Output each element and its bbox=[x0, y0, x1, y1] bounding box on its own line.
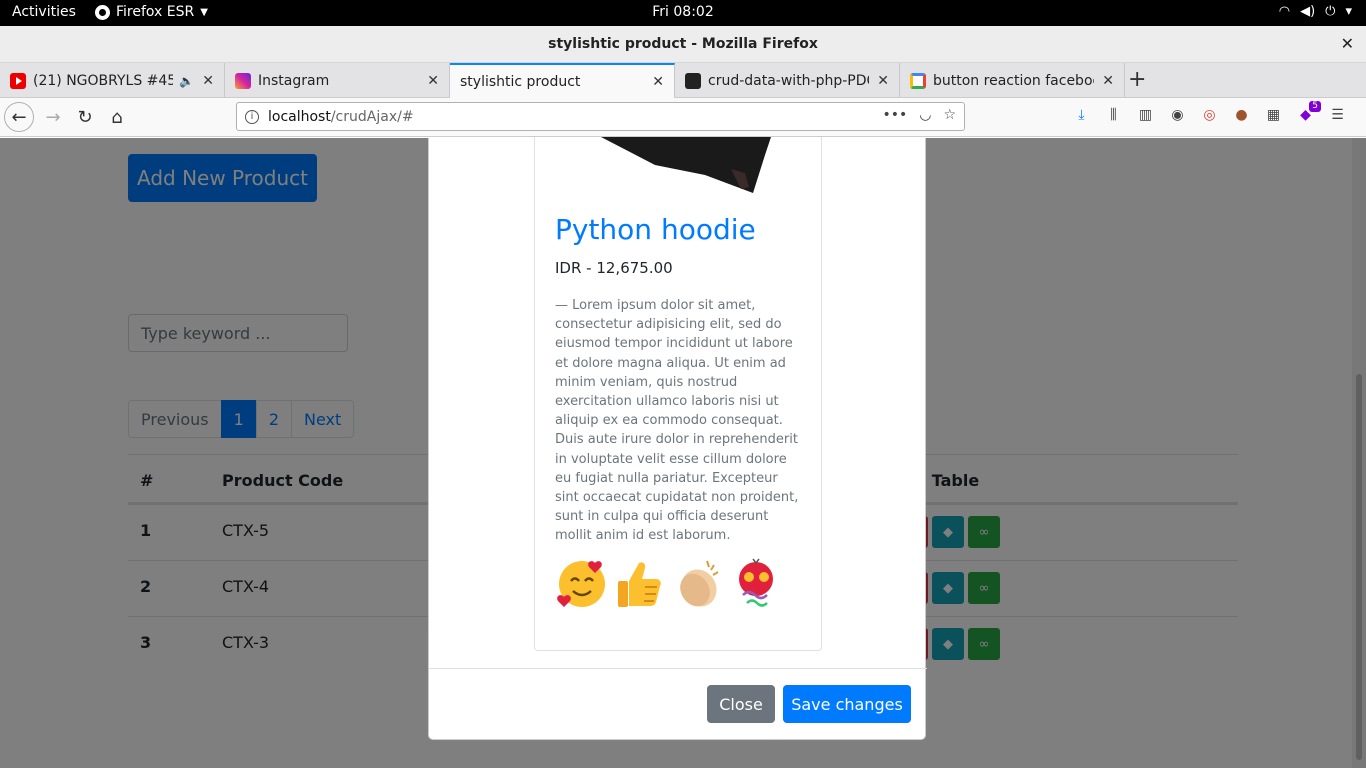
tab-stylishtic-product[interactable]: stylishtic product ✕ bbox=[450, 63, 675, 98]
power-icon: ⏻ bbox=[1325, 4, 1336, 19]
tab-label: crud-data-with-php-PDO- bbox=[708, 72, 870, 89]
qr-code-icon[interactable]: ▦ bbox=[1264, 106, 1283, 125]
extension-badge: 5 bbox=[1309, 101, 1321, 112]
site-info-icon[interactable]: i bbox=[245, 109, 259, 124]
system-top-bar: Activities Firefox ESR ▼ Fri 08:02 ◠ ◀) … bbox=[0, 0, 1366, 26]
home-icon[interactable]: ⌂ bbox=[102, 102, 132, 132]
love-face-icon[interactable] bbox=[557, 557, 607, 609]
tab-label: (21) NGOBRYLS #45 | bbox=[33, 72, 174, 89]
back-icon[interactable]: ← bbox=[4, 102, 34, 132]
product-description: — Lorem ipsum dolor sit amet, consectetu… bbox=[555, 298, 799, 544]
tab-label: button reaction facebook bbox=[933, 72, 1095, 89]
tab-youtube[interactable]: (21) NGOBRYLS #45 | 🔈 ✕ bbox=[0, 63, 225, 98]
app-menu[interactable]: Firefox ESR ▼ bbox=[95, 4, 208, 20]
reload-icon[interactable]: ↻ bbox=[70, 102, 100, 132]
window-title: stylishtic product - Mozilla Firefox bbox=[548, 36, 818, 52]
url-path: /crudAjax/# bbox=[330, 108, 414, 125]
tab-strip: (21) NGOBRYLS #45 | 🔈 ✕ Instagram ✕ styl… bbox=[0, 63, 1366, 98]
menu-icon[interactable]: ☰ bbox=[1328, 106, 1347, 125]
speaker-icon[interactable]: 🔈 bbox=[179, 74, 194, 88]
app-menu-label: Firefox ESR bbox=[116, 4, 195, 20]
volume-icon: ◀) bbox=[1300, 4, 1316, 19]
instagram-icon bbox=[235, 72, 251, 89]
extension-icon[interactable]: ◆ 5 bbox=[1296, 101, 1321, 125]
cookie-icon[interactable]: ● bbox=[1232, 106, 1251, 125]
close-tab-icon[interactable]: ✕ bbox=[877, 73, 889, 89]
clapping-hands-icon[interactable] bbox=[673, 557, 723, 609]
tab-github[interactable]: crud-data-with-php-PDO- ✕ bbox=[675, 63, 900, 98]
caret-down-icon: ▾ bbox=[1345, 4, 1352, 19]
account-icon[interactable]: ◉ bbox=[1168, 106, 1187, 125]
product-modal: Python hoodie IDR - 12,675.00 — Lorem ip… bbox=[428, 137, 927, 740]
system-tray[interactable]: ◠ ◀) ⏻ ▾ bbox=[1279, 4, 1352, 19]
extension-record-icon[interactable]: ◎ bbox=[1200, 106, 1219, 125]
thumbs-up-icon[interactable] bbox=[615, 557, 665, 609]
new-tab-icon[interactable]: + bbox=[1128, 67, 1146, 92]
close-tab-icon[interactable]: ✕ bbox=[202, 73, 214, 89]
tab-label: stylishtic product bbox=[460, 73, 581, 90]
activities-button[interactable]: Activities bbox=[12, 4, 76, 20]
tab-instagram[interactable]: Instagram ✕ bbox=[225, 63, 450, 98]
navigation-bar: ← → ↻ ⌂ i localhost/crudAjax/# ••• ◡ ☆ ⤓… bbox=[0, 98, 1366, 137]
url-host: localhost bbox=[268, 108, 331, 125]
forward-icon[interactable]: → bbox=[38, 102, 68, 132]
tab-label: Instagram bbox=[258, 72, 330, 89]
tab-google[interactable]: button reaction facebook ✕ bbox=[900, 63, 1125, 98]
modal-footer: Close Save changes bbox=[429, 668, 927, 740]
youtube-icon bbox=[10, 72, 26, 89]
save-changes-button[interactable]: Save changes bbox=[783, 685, 911, 723]
library-icon[interactable]: ⫼ bbox=[1104, 106, 1123, 125]
caret-down-icon: ▼ bbox=[200, 6, 208, 18]
page-actions-icon[interactable]: ••• bbox=[882, 107, 907, 123]
window-close-icon[interactable]: ✕ bbox=[1341, 34, 1354, 53]
google-icon bbox=[910, 72, 926, 89]
close-button[interactable]: Close bbox=[707, 685, 775, 723]
bookmark-star-icon[interactable]: ☆ bbox=[943, 107, 956, 123]
product-price: IDR - 12,675.00 bbox=[555, 259, 673, 277]
wifi-icon: ◠ bbox=[1278, 4, 1291, 19]
party-popper-icon[interactable] bbox=[731, 557, 781, 609]
url-bar[interactable]: i localhost/crudAjax/# ••• ◡ ☆ bbox=[236, 102, 965, 131]
product-card: Python hoodie IDR - 12,675.00 — Lorem ip… bbox=[534, 137, 822, 651]
sidebar-icon[interactable]: ▥ bbox=[1136, 106, 1155, 125]
close-tab-icon[interactable]: ✕ bbox=[1102, 73, 1114, 89]
close-tab-icon[interactable]: ✕ bbox=[652, 74, 664, 90]
pocket-icon[interactable]: ◡ bbox=[919, 107, 931, 123]
product-image bbox=[601, 137, 771, 193]
reaction-bar bbox=[557, 557, 781, 609]
window-titlebar: stylishtic product - Mozilla Firefox ✕ bbox=[0, 26, 1366, 63]
firefox-icon bbox=[95, 4, 110, 20]
close-tab-icon[interactable]: ✕ bbox=[427, 73, 439, 89]
product-title: Python hoodie bbox=[555, 213, 756, 246]
github-icon bbox=[685, 72, 701, 89]
download-icon[interactable]: ⤓ bbox=[1072, 106, 1091, 125]
